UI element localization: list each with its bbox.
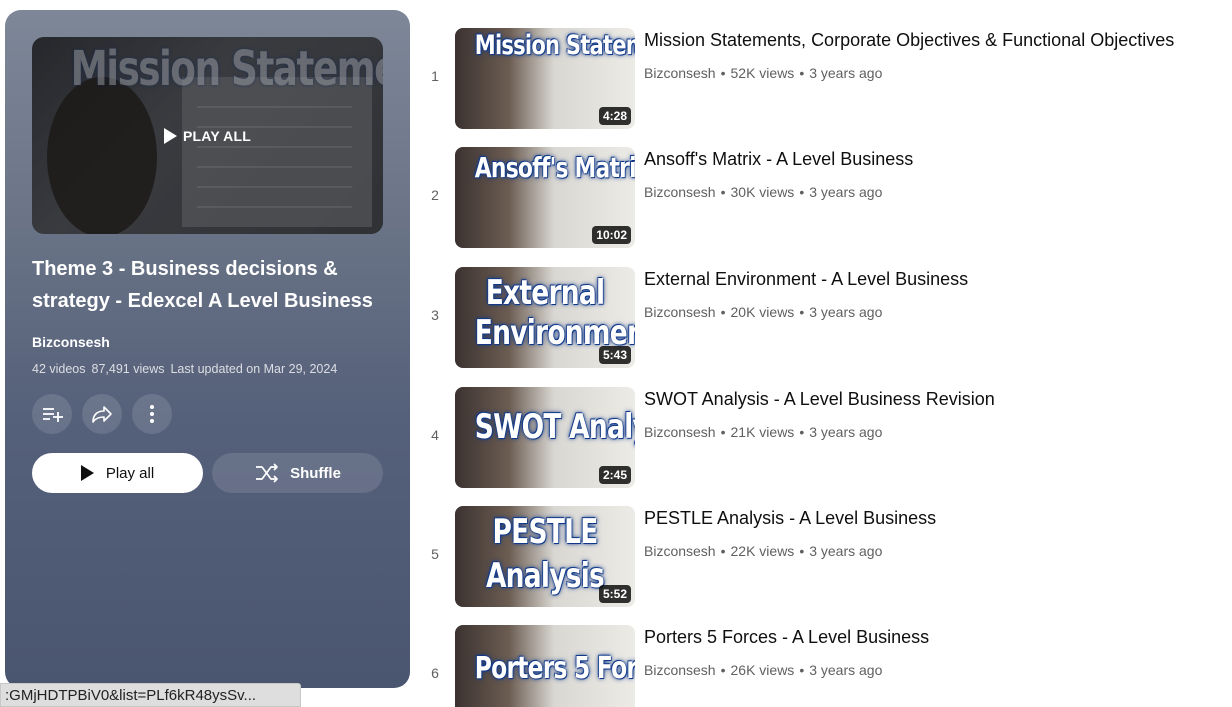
meta-separator: • xyxy=(720,662,726,678)
video-title[interactable]: SWOT Analysis - A Level Business Revisio… xyxy=(644,389,995,410)
more-actions-button[interactable] xyxy=(132,394,172,434)
video-channel[interactable]: Bizconsesh xyxy=(644,424,716,440)
meta-separator: • xyxy=(799,662,805,678)
thumbnail-title: PESTLE Analysis xyxy=(485,512,605,596)
video-views: 21K views xyxy=(730,424,795,440)
share-icon xyxy=(92,406,112,423)
video-thumbnail[interactable]: PESTLE Analysis 5:52 xyxy=(455,506,635,607)
duration-badge: 5:43 xyxy=(598,346,631,364)
video-channel[interactable]: Bizconsesh xyxy=(644,543,716,559)
save-playlist-button[interactable] xyxy=(32,394,72,434)
thumbnail-title: Mission Statements xyxy=(474,30,635,61)
video-age: 3 years ago xyxy=(809,543,883,559)
video-channel[interactable]: Bizconsesh xyxy=(644,662,716,678)
thumbnail-title: External Environment xyxy=(474,273,635,353)
video-title[interactable]: PESTLE Analysis - A Level Business xyxy=(644,508,936,529)
playlist-video-row[interactable]: 4 SWOT Analysis 2:45 SWOT Analysis - A L… xyxy=(420,387,1220,488)
video-meta: Bizconsesh • 52K views • 3 years ago xyxy=(644,65,882,81)
video-index: 6 xyxy=(431,665,439,681)
thumbnail-title: SWOT Analysis xyxy=(474,407,635,447)
view-count: 87,491 views xyxy=(91,362,165,376)
duration-badge: 4:28 xyxy=(598,107,631,125)
video-meta: Bizconsesh • 30K views • 3 years ago xyxy=(644,184,882,200)
playlist-thumbnail[interactable]: Mission Statements PLAY ALL xyxy=(32,37,383,234)
video-views: 52K views xyxy=(730,65,795,81)
duration-badge: 10:02 xyxy=(592,226,631,244)
video-thumbnail[interactable]: SWOT Analysis 2:45 xyxy=(455,387,635,488)
video-title[interactable]: Ansoff's Matrix - A Level Business xyxy=(644,149,913,170)
video-index: 5 xyxy=(431,546,439,562)
video-index: 2 xyxy=(431,187,439,203)
video-age: 3 years ago xyxy=(809,424,883,440)
play-icon xyxy=(80,465,94,481)
meta-separator: • xyxy=(799,184,805,200)
playlist-video-row[interactable]: 1 Mission Statements 4:28 Mission Statem… xyxy=(420,28,1220,129)
video-title[interactable]: External Environment - A Level Business xyxy=(644,269,968,290)
video-views: 26K views xyxy=(730,662,795,678)
share-button[interactable] xyxy=(82,394,122,434)
video-thumbnail[interactable]: External Environment 5:43 xyxy=(455,267,635,368)
video-meta: Bizconsesh • 20K views • 3 years ago xyxy=(644,304,882,320)
video-title[interactable]: Porters 5 Forces - A Level Business xyxy=(644,627,929,648)
video-count: 42 videos xyxy=(32,362,86,376)
playlist-header-panel: Mission Statements PLAY ALL Theme 3 - Bu… xyxy=(5,10,410,688)
video-views: 30K views xyxy=(730,184,795,200)
play-all-label: Play all xyxy=(105,464,155,482)
thumbnail-title: Porters 5 Forces xyxy=(474,651,635,686)
video-channel[interactable]: Bizconsesh xyxy=(644,184,716,200)
video-title[interactable]: Mission Statements, Corporate Objectives… xyxy=(644,30,1174,51)
video-age: 3 years ago xyxy=(809,304,883,320)
shuffle-icon xyxy=(256,463,278,483)
video-age: 3 years ago xyxy=(809,662,883,678)
last-updated: Last updated on Mar 29, 2024 xyxy=(170,362,338,376)
playlist-video-row[interactable]: 5 PESTLE Analysis 5:52 PESTLE Analysis -… xyxy=(420,506,1220,607)
meta-separator: • xyxy=(720,543,726,559)
video-thumbnail[interactable]: Porters 5 Forces xyxy=(455,625,635,707)
playlist-video-row[interactable]: 6 Porters 5 Forces Porters 5 Forces - A … xyxy=(420,625,1220,707)
playlist-channel-name[interactable]: Bizconsesh xyxy=(32,334,110,350)
meta-separator: • xyxy=(720,184,726,200)
meta-separator: • xyxy=(799,65,805,81)
play-icon xyxy=(164,127,177,144)
meta-separator: • xyxy=(720,304,726,320)
playlist-stats: 42 videos 87,491 views Last updated on M… xyxy=(32,362,337,376)
video-channel[interactable]: Bizconsesh xyxy=(644,65,716,81)
meta-separator: • xyxy=(799,424,805,440)
add-to-library-icon xyxy=(43,408,63,422)
meta-separator: • xyxy=(799,304,805,320)
video-age: 3 years ago xyxy=(809,65,883,81)
meta-separator: • xyxy=(720,65,726,81)
video-meta: Bizconsesh • 22K views • 3 years ago xyxy=(644,543,882,559)
playlist-video-row[interactable]: 2 Ansoff's Matrix 10:02 Ansoff's Matrix … xyxy=(420,147,1220,248)
play-all-overlay[interactable]: PLAY ALL xyxy=(32,37,383,234)
duration-badge: 2:45 xyxy=(598,466,631,484)
video-index: 4 xyxy=(431,427,439,443)
video-views: 22K views xyxy=(730,543,795,559)
video-index: 3 xyxy=(431,307,439,323)
playlist-title: Theme 3 - Business decisions & strategy … xyxy=(32,258,373,312)
video-channel[interactable]: Bizconsesh xyxy=(644,304,716,320)
more-vert-icon xyxy=(150,405,154,423)
video-meta: Bizconsesh • 26K views • 3 years ago xyxy=(644,662,882,678)
meta-separator: • xyxy=(799,543,805,559)
video-age: 3 years ago xyxy=(809,184,883,200)
playlist-video-row[interactable]: 3 External Environment 5:43 External Env… xyxy=(420,267,1220,368)
play-all-overlay-label: PLAY ALL xyxy=(183,127,251,144)
meta-separator: • xyxy=(720,424,726,440)
duration-badge: 5:52 xyxy=(598,585,631,603)
status-bar-link-preview: :GMjHDTPBiV0&list=PLf6kR48ysSv... xyxy=(0,683,301,707)
video-thumbnail[interactable]: Mission Statements 4:28 xyxy=(455,28,635,129)
video-thumbnail[interactable]: Ansoff's Matrix 10:02 xyxy=(455,147,635,248)
video-index: 1 xyxy=(431,68,439,84)
shuffle-label: Shuffle xyxy=(290,464,341,482)
video-meta: Bizconsesh • 21K views • 3 years ago xyxy=(644,424,882,440)
thumbnail-title: Ansoff's Matrix xyxy=(474,151,635,184)
play-all-button[interactable]: Play all xyxy=(32,453,203,493)
shuffle-button[interactable]: Shuffle xyxy=(212,453,383,493)
video-views: 20K views xyxy=(730,304,795,320)
